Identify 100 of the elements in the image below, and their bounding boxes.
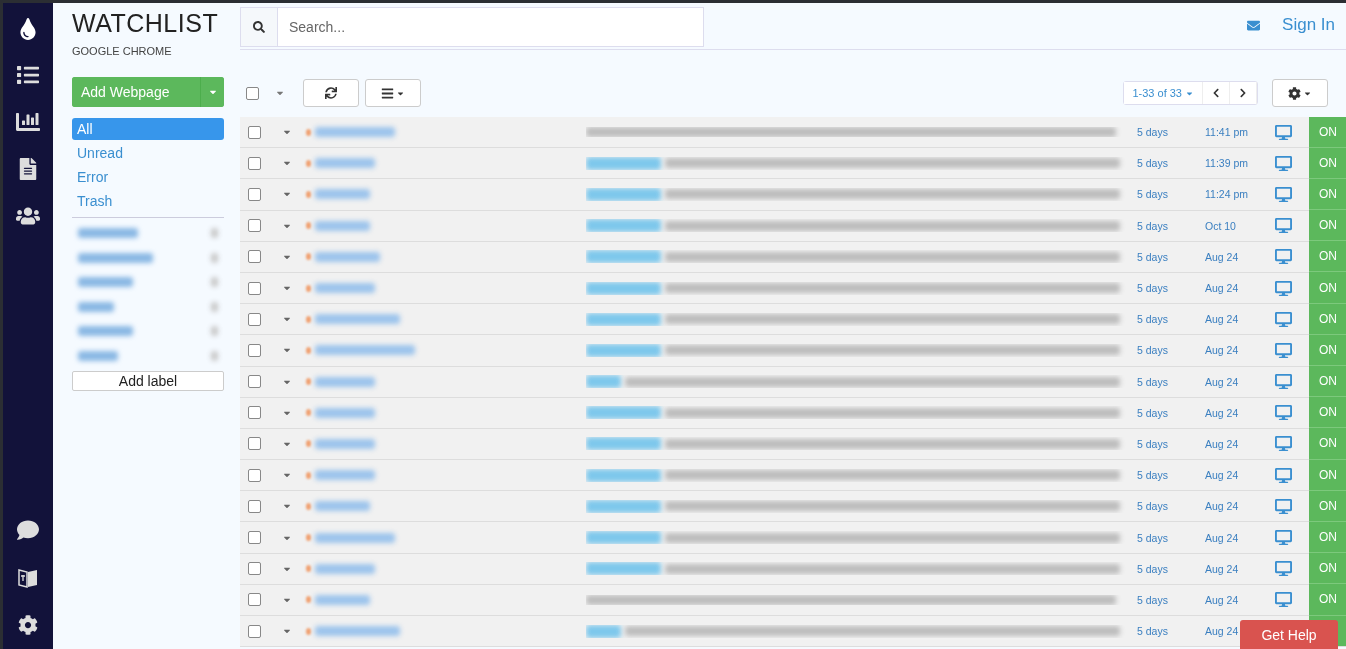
mail-icon[interactable] bbox=[1247, 18, 1261, 32]
search-button[interactable] bbox=[240, 7, 278, 47]
row-checkbox[interactable] bbox=[248, 624, 261, 638]
status-badge[interactable]: ON bbox=[1309, 521, 1346, 554]
status-badge[interactable]: ON bbox=[1309, 116, 1346, 148]
row-checkbox[interactable] bbox=[248, 375, 261, 389]
time-text: Aug 24 bbox=[1205, 500, 1240, 513]
time-text: Aug 24 bbox=[1205, 375, 1240, 388]
status-badge[interactable]: ON bbox=[1309, 490, 1346, 522]
status-badge[interactable]: ON bbox=[1309, 334, 1346, 366]
row-checkbox[interactable] bbox=[248, 562, 261, 576]
get-help-button[interactable]: Get Help bbox=[1240, 620, 1338, 649]
filter-item[interactable]: All bbox=[72, 118, 224, 140]
pagination-dropdown[interactable]: 1-33 of 33 bbox=[1124, 82, 1203, 104]
age-text: 5 days bbox=[1136, 250, 1169, 263]
favicon-icon bbox=[306, 190, 311, 198]
favicon-icon bbox=[306, 502, 311, 510]
age-text: 5 days bbox=[1136, 625, 1169, 638]
row-checkbox[interactable] bbox=[248, 281, 261, 295]
age-text: 5 days bbox=[1136, 531, 1169, 544]
settings-button[interactable] bbox=[1272, 79, 1328, 107]
view-menu-button[interactable] bbox=[365, 79, 421, 107]
status-badge[interactable]: ON bbox=[1309, 303, 1346, 335]
monitor-icon[interactable] bbox=[1275, 310, 1292, 328]
monitor-icon[interactable] bbox=[1275, 248, 1292, 266]
monitor-icon[interactable] bbox=[1275, 185, 1292, 203]
time-text: Aug 24 bbox=[1205, 344, 1240, 357]
status-badge[interactable]: ON bbox=[1309, 459, 1346, 491]
status-badge[interactable]: ON bbox=[1309, 241, 1346, 273]
app-subtitle: GOOGLE CHROME bbox=[72, 45, 173, 57]
age-text: 5 days bbox=[1136, 282, 1169, 295]
search-field[interactable]: Search... bbox=[278, 7, 704, 47]
row-checkbox[interactable] bbox=[248, 250, 261, 264]
row-checkbox[interactable] bbox=[248, 468, 261, 482]
favicon-icon bbox=[306, 534, 311, 542]
status-badge[interactable]: ON bbox=[1309, 553, 1346, 585]
row-checkbox[interactable] bbox=[248, 312, 261, 326]
chevron-left-icon bbox=[1211, 88, 1221, 98]
chat-icon[interactable] bbox=[17, 519, 39, 541]
favicon-icon bbox=[306, 596, 311, 604]
status-badge[interactable]: ON bbox=[1309, 584, 1346, 616]
time-text: 11:39 pm bbox=[1205, 157, 1249, 170]
add-label-button[interactable]: Add label bbox=[72, 371, 224, 391]
time-text: 11:41 pm bbox=[1205, 126, 1249, 139]
bar-chart-icon[interactable] bbox=[16, 110, 40, 134]
status-badge[interactable]: ON bbox=[1309, 366, 1346, 398]
favicon-icon bbox=[306, 253, 311, 261]
monitor-icon[interactable] bbox=[1275, 341, 1292, 359]
app-title: WATCHLIST bbox=[72, 9, 220, 38]
filter-item[interactable]: Unread bbox=[72, 142, 224, 164]
monitor-icon[interactable] bbox=[1275, 560, 1292, 578]
row-checkbox[interactable] bbox=[248, 219, 261, 233]
monitor-icon[interactable] bbox=[1275, 217, 1292, 235]
settings-icon[interactable] bbox=[18, 615, 38, 635]
status-badge[interactable]: ON bbox=[1309, 272, 1346, 304]
document-icon[interactable] bbox=[17, 158, 39, 180]
row-checkbox[interactable] bbox=[248, 499, 261, 513]
favicon-icon bbox=[306, 471, 311, 479]
monitor-icon[interactable] bbox=[1275, 404, 1292, 422]
row-checkbox[interactable] bbox=[248, 343, 261, 357]
time-text: Aug 24 bbox=[1205, 313, 1240, 326]
favicon-icon bbox=[306, 440, 311, 448]
monitor-icon[interactable] bbox=[1275, 466, 1292, 484]
time-text: Oct 10 bbox=[1205, 219, 1237, 232]
translate-icon[interactable] bbox=[17, 567, 39, 589]
age-text: 5 days bbox=[1136, 219, 1169, 232]
monitor-icon[interactable] bbox=[1275, 529, 1292, 547]
favicon-icon bbox=[306, 409, 311, 417]
row-checkbox[interactable] bbox=[248, 156, 261, 170]
row-checkbox[interactable] bbox=[248, 531, 261, 545]
monitor-icon[interactable] bbox=[1275, 591, 1292, 609]
status-badge[interactable]: ON bbox=[1309, 397, 1346, 429]
status-badge[interactable]: ON bbox=[1309, 428, 1346, 460]
status-badge[interactable]: ON bbox=[1309, 147, 1346, 179]
sign-in-link[interactable]: Sign In bbox=[1282, 15, 1335, 35]
menu-icon bbox=[381, 86, 394, 100]
age-text: 5 days bbox=[1136, 344, 1169, 357]
monitor-icon[interactable] bbox=[1275, 154, 1292, 172]
list-icon[interactable] bbox=[17, 64, 39, 86]
monitor-icon[interactable] bbox=[1275, 435, 1292, 453]
droplet-logo-icon[interactable] bbox=[17, 18, 39, 40]
monitor-icon[interactable] bbox=[1275, 373, 1292, 391]
monitor-icon[interactable] bbox=[1275, 123, 1292, 141]
favicon-icon bbox=[306, 159, 311, 167]
row-checkbox[interactable] bbox=[248, 125, 261, 139]
monitor-icon[interactable] bbox=[1275, 279, 1292, 297]
refresh-button[interactable] bbox=[303, 79, 359, 107]
monitor-icon[interactable] bbox=[1275, 497, 1292, 515]
status-badge[interactable]: ON bbox=[1309, 210, 1346, 242]
row-checkbox[interactable] bbox=[248, 593, 261, 607]
row-checkbox[interactable] bbox=[248, 437, 261, 451]
age-text: 5 days bbox=[1136, 469, 1169, 482]
row-checkbox[interactable] bbox=[248, 406, 261, 420]
select-all-checkbox[interactable] bbox=[246, 86, 259, 100]
time-text: Aug 24 bbox=[1205, 437, 1240, 450]
age-text: 5 days bbox=[1136, 188, 1169, 201]
filter-item[interactable]: Trash bbox=[72, 190, 224, 212]
filter-item[interactable]: Error bbox=[72, 166, 224, 188]
row-checkbox[interactable] bbox=[248, 187, 261, 201]
status-badge[interactable]: ON bbox=[1309, 178, 1346, 211]
